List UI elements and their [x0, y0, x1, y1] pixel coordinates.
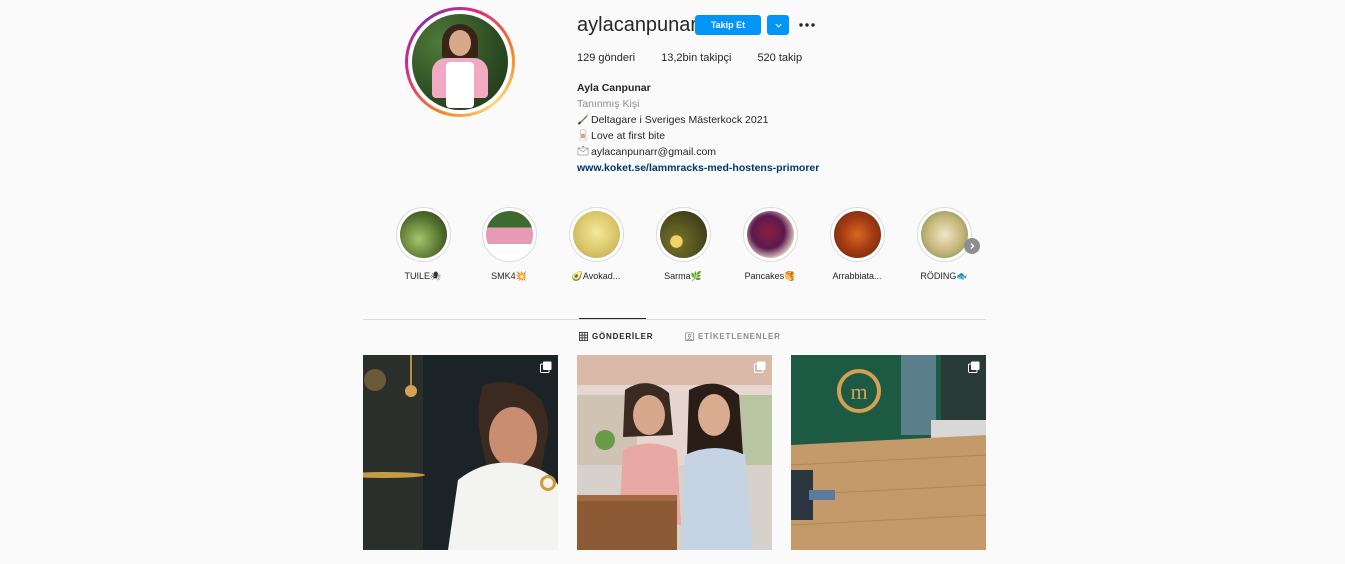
- posts-count: 129 gönderi: [577, 52, 636, 64]
- more-options-button[interactable]: [797, 16, 817, 34]
- multiple-photos-icon: [968, 361, 980, 373]
- profile-stats: 129 gönderi 13,2bin takipçi 520 takip: [577, 52, 828, 64]
- post-image: [363, 355, 558, 550]
- envelope-icon: [577, 146, 589, 156]
- suggested-dropdown-button[interactable]: [767, 15, 789, 35]
- post-image: m: [791, 355, 986, 550]
- post-image: [577, 355, 772, 550]
- highlight-label: SMK4💥: [491, 271, 527, 281]
- svg-text:m: m: [850, 379, 867, 404]
- highlight-label: TUILE🕷: [404, 271, 442, 281]
- profile-category: Tanınmış Kişi: [577, 98, 640, 110]
- highlight-item[interactable]: Sarma🌿: [653, 207, 713, 282]
- bio-website-link[interactable]: www.koket.se/lammracks-med-hostens-primo…: [577, 160, 819, 176]
- chevron-down-icon: [774, 23, 782, 28]
- profile-avatar[interactable]: [405, 7, 515, 117]
- ellipsis-icon: [799, 23, 815, 27]
- post-thumbnail[interactable]: m: [791, 355, 986, 550]
- post-thumbnail[interactable]: [363, 355, 558, 550]
- knife-icon: [577, 114, 588, 125]
- chevron-right-icon: [970, 243, 975, 249]
- bio-line-1: Deltagare i Sveriges Mästerkock 2021: [577, 112, 819, 128]
- tabs-divider: [363, 319, 986, 320]
- highlight-label: RÖDING🐟: [920, 271, 968, 281]
- story-highlights: TUILE🕷 SMK4💥 🥑Avokad... Sarma🌿 Pancakes🥞…: [393, 207, 983, 287]
- chef-icon: [579, 129, 587, 141]
- follow-button[interactable]: Takip Et: [695, 15, 761, 35]
- profile-username: aylacanpunar: [577, 14, 698, 36]
- highlight-item[interactable]: Arrabbiata...: [827, 207, 887, 281]
- highlight-label: Arrabbiata...: [832, 271, 882, 281]
- grid-icon: [579, 332, 588, 341]
- highlight-item[interactable]: 🥑Avokad...: [566, 207, 626, 282]
- highlight-label: Pancakes🥞: [744, 271, 796, 281]
- profile-full-name: Ayla Canpunar: [577, 82, 651, 94]
- post-thumbnail[interactable]: [577, 355, 772, 550]
- bio-line-2: Love at first bite: [577, 128, 819, 144]
- multiple-photos-icon: [754, 361, 766, 373]
- highlight-label: 🥑Avokad...: [571, 271, 621, 281]
- tagged-user-icon: [685, 332, 694, 341]
- tab-posts[interactable]: GÖNDERİLER: [579, 332, 653, 341]
- highlight-item[interactable]: Pancakes🥞: [740, 207, 800, 282]
- highlights-next-button[interactable]: [964, 238, 980, 254]
- bio-line-3: aylacanpunarr@gmail.com: [577, 144, 819, 160]
- avatar-image: [412, 14, 508, 110]
- multiple-photos-icon: [540, 361, 552, 373]
- highlight-label: Sarma🌿: [664, 271, 702, 281]
- tab-tagged[interactable]: ETİKETLENENLER: [685, 332, 781, 341]
- active-tab-indicator: [579, 318, 646, 319]
- highlight-item[interactable]: SMK4💥: [479, 207, 539, 282]
- following-link[interactable]: 520 takip: [757, 52, 802, 64]
- profile-bio: Ayla Canpunar Tanınmış Kişi Deltagare i …: [577, 80, 819, 176]
- highlight-item[interactable]: TUILE🕷: [393, 207, 453, 282]
- followers-link[interactable]: 13,2bin takipçi: [661, 52, 731, 64]
